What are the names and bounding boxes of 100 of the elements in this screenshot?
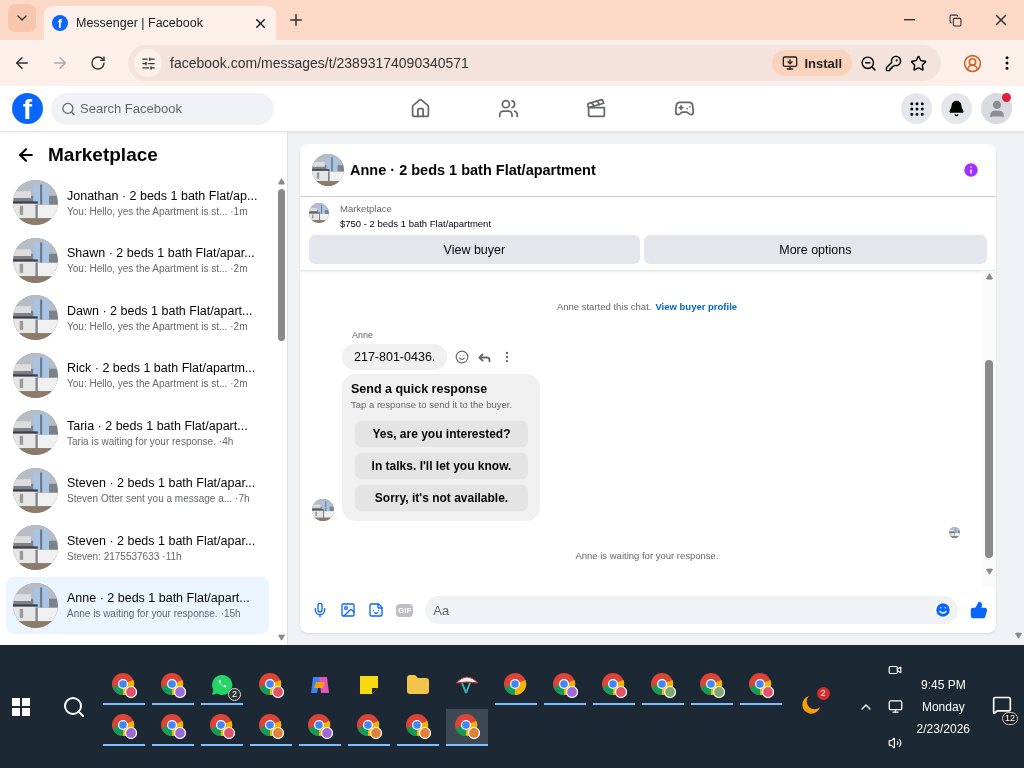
conversation-item[interactable]: Taria · 2 beds 1 bath Flat/apart... Taria is waiting for your response. ·4h xyxy=(6,404,269,462)
sidebar-title: Marketplace xyxy=(48,144,158,166)
photo-icon[interactable] xyxy=(340,602,356,618)
message-time: ·11h xyxy=(162,550,182,562)
conversation-item[interactable]: Anne · 2 beds 1 bath Flat/apart... Anne is waiting for your response. ·15h xyxy=(6,576,269,634)
bookmark-star-icon[interactable] xyxy=(910,54,927,72)
quick-response-option[interactable]: Sorry, it's not available. xyxy=(355,485,528,511)
clock-date[interactable]: 2/23/2026 xyxy=(916,721,970,736)
conversation-title: Steven · 2 beds 1 bath Flat/apar... xyxy=(67,476,256,491)
tab-list-button[interactable] xyxy=(8,4,36,32)
chrome-icon xyxy=(111,713,137,739)
chrome-icon xyxy=(209,713,235,739)
conversation-item[interactable]: Rick · 2 beds 1 bath Flat/apartm... You: Hello, yes the Apartment is st... ·2m xyxy=(6,346,269,404)
message-preview: You: Hello, yes the Apartment is st... xyxy=(67,205,228,217)
info-icon[interactable] xyxy=(962,161,980,179)
volume-icon[interactable] xyxy=(888,736,903,750)
message-field[interactable]: Aa xyxy=(425,596,958,624)
site-info-button[interactable] xyxy=(134,49,162,77)
tab-title: Messenger | Facebook xyxy=(76,16,204,30)
quick-response-option[interactable]: Yes, are you interested? xyxy=(355,421,528,447)
chat-bubble-icon xyxy=(210,673,234,697)
conversation-title: Jonathan · 2 beds 1 bath Flat/ap... xyxy=(67,188,258,203)
scroll-down-icon[interactable] xyxy=(277,634,285,641)
message-time: ·1m xyxy=(230,205,248,217)
chrome-icon xyxy=(503,672,529,698)
conversation-item[interactable]: Shawn · 2 beds 1 bath Flat/apar... You: Hello, yes the Apartment is st... ·2m xyxy=(6,231,269,289)
chrome-icon xyxy=(454,713,480,739)
clock-time[interactable]: 9:45 PM xyxy=(920,677,966,692)
profile-icon[interactable] xyxy=(963,53,982,73)
folder-icon xyxy=(406,673,430,697)
windows-logo-icon[interactable] xyxy=(12,697,30,716)
browser-tab[interactable]: f Messenger | Facebook xyxy=(44,6,276,40)
quick-response-subtitle: Tap a response to send it to the buyer. xyxy=(351,399,514,410)
network-icon[interactable] xyxy=(887,699,903,714)
system-message: Anne started this chat. xyxy=(556,301,652,312)
react-icon[interactable] xyxy=(455,350,470,364)
video-camera-icon[interactable] xyxy=(888,663,903,677)
sticker-icon[interactable] xyxy=(368,602,384,618)
conversation-title: Taria · 2 beds 1 bath Flat/apart... xyxy=(67,418,248,433)
buyer-profile-link[interactable]: View buyer profile xyxy=(655,301,738,312)
chrome-icon xyxy=(552,672,578,698)
url-text[interactable]: facebook.com/messages/t/23893174090340571 xyxy=(170,55,765,71)
search-icon[interactable] xyxy=(62,694,86,719)
search-field[interactable]: Search Facebook xyxy=(51,92,274,125)
conversation-item[interactable]: Steven · 2 beds 1 bath Flat/apar... Steven Otter sent you a message a... ·7h xyxy=(6,461,269,519)
video-icon[interactable] xyxy=(586,98,607,119)
chrome-icon xyxy=(405,713,431,739)
chrome-icon xyxy=(160,713,186,739)
message-time: ·4h xyxy=(218,435,234,447)
quick-response-title: Send a quick response xyxy=(351,382,489,396)
reload-icon xyxy=(90,55,106,71)
action-button[interactable]: More options xyxy=(643,235,987,264)
message-preview: You: Hello, yes the Apartment is st... xyxy=(67,263,228,275)
chrome-icon xyxy=(356,713,382,739)
chrome-icon xyxy=(258,672,284,698)
taskbar-app[interactable]: 2 xyxy=(201,667,243,705)
monitor-download-icon xyxy=(782,55,799,71)
like-icon[interactable] xyxy=(970,601,988,619)
scroll-down-icon[interactable] xyxy=(985,568,993,575)
key-icon[interactable] xyxy=(885,54,902,72)
restore-icon xyxy=(948,13,962,27)
conversation-item[interactable]: Jonathan · 2 beds 1 bath Flat/ap... You: Hello, yes the Apartment is st... ·1m xyxy=(6,174,269,232)
message-bubble: 217-801-0436. xyxy=(342,344,448,370)
favicon: f xyxy=(52,15,68,31)
weather-badge: 2 xyxy=(816,686,830,700)
back-icon xyxy=(13,54,31,72)
install-button[interactable]: Install xyxy=(772,50,852,76)
zoom-out-icon[interactable] xyxy=(860,54,877,72)
facebook-logo[interactable]: f xyxy=(12,93,43,124)
waiting-status: Anne is waiting for your response. xyxy=(575,550,719,561)
scroll-up-icon[interactable] xyxy=(985,273,993,280)
clock-day[interactable]: Monday xyxy=(921,699,965,714)
avatar-button[interactable] xyxy=(981,93,1012,124)
message-time: ·2m xyxy=(230,263,248,275)
scroll-up-icon[interactable] xyxy=(277,178,285,185)
unread-badge: 2 xyxy=(228,687,241,701)
chrome-icon xyxy=(699,672,725,698)
action-button[interactable]: View buyer xyxy=(309,235,640,264)
scrollbar-thumb[interactable] xyxy=(985,360,993,558)
quick-response-option[interactable]: In talks. I'll let you know. xyxy=(355,453,528,479)
notifications-button[interactable] xyxy=(941,93,972,124)
chrome-icon xyxy=(258,713,284,739)
microphone-icon[interactable] xyxy=(312,602,328,618)
listing-label: Marketplace xyxy=(340,203,393,214)
home-icon[interactable] xyxy=(410,98,431,119)
notifications-icon[interactable] xyxy=(992,694,1012,715)
scroll-down-icon[interactable] xyxy=(1015,632,1022,639)
message-preview: Steven Otter sent you a message a... xyxy=(67,493,233,505)
message-preview: Anne is waiting for your response. xyxy=(67,608,218,620)
sliders-icon xyxy=(140,55,156,71)
message-time: ·7h xyxy=(235,493,250,505)
people-icon[interactable] xyxy=(498,98,519,119)
scrollbar-thumb[interactable] xyxy=(277,189,285,341)
listing-name: $750 - 2 beds 1 bath Flat/apartment xyxy=(340,218,492,229)
conversation-item[interactable]: Dawn · 2 beds 1 bath Flat/apart... You: Hello, yes the Apartment is st... ·2m xyxy=(6,289,269,347)
conversation-item[interactable]: Steven · 2 beds 1 bath Flat/apar... Steven: 2175537633 ·11h xyxy=(6,519,269,577)
taskbar-app[interactable] xyxy=(446,708,488,746)
bell-icon xyxy=(948,100,965,117)
chrome-icon xyxy=(748,672,774,698)
menu-grid-button[interactable] xyxy=(901,93,932,124)
